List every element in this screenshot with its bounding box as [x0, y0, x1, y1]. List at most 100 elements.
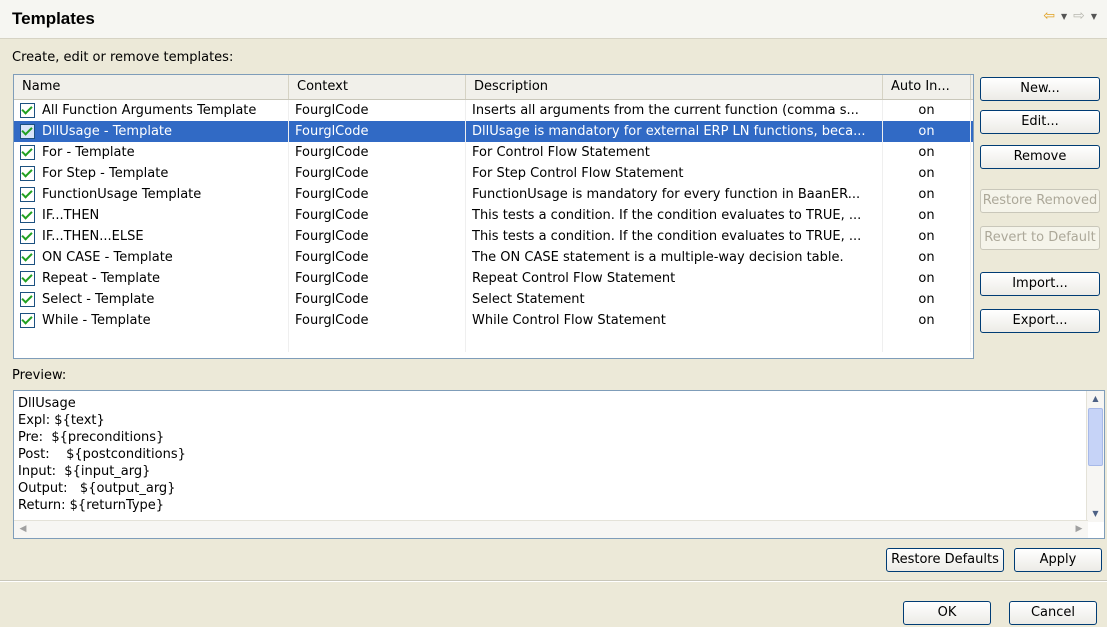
apply-button[interactable]: Apply — [1014, 548, 1102, 572]
checkbox-icon[interactable] — [20, 313, 35, 328]
ok-button[interactable]: OK — [903, 601, 991, 625]
template-name: DllUsage - Template — [42, 124, 173, 139]
column-header-context[interactable]: Context — [289, 75, 466, 99]
preview-text[interactable]: DllUsage Expl: ${text} Pre: ${preconditi… — [18, 395, 1078, 515]
cell-description: This tests a condition. If the condition… — [466, 226, 883, 247]
remove-button[interactable]: Remove — [980, 145, 1100, 169]
cell-description: Repeat Control Flow Statement — [466, 268, 883, 289]
template-name: Select - Template — [42, 292, 155, 307]
cell-auto-insert: on — [883, 205, 971, 226]
table-row[interactable]: For - Template FourglCode For Control Flow… — [14, 142, 973, 163]
checkbox-icon[interactable] — [20, 187, 35, 202]
cell-auto-insert: on — [883, 184, 971, 205]
cell-context: FourglCode — [289, 205, 466, 226]
header: Templates ⇦ ▼ ⇨ ▼ — [0, 0, 1107, 39]
cell-name: For Step - Template — [14, 163, 289, 184]
cell-description: For Control Flow Statement — [466, 142, 883, 163]
cell-name: All Function Arguments Template — [14, 100, 289, 121]
column-header-name[interactable]: Name — [14, 75, 289, 99]
template-name: FunctionUsage Template — [42, 187, 202, 202]
cell-context: FourglCode — [289, 310, 466, 331]
checkbox-icon[interactable] — [20, 229, 35, 244]
table-row[interactable]: All Function Arguments Template FourglCod… — [14, 100, 973, 121]
table-row[interactable]: DllUsage - Template FourglCode DllUsage is… — [14, 121, 973, 142]
table-row[interactable]: IF...THEN...ELSE FourglCode This tests a c… — [14, 226, 973, 247]
cell-context: FourglCode — [289, 142, 466, 163]
scroll-right-icon[interactable]: ▶ — [1071, 521, 1087, 538]
cell-description: For Step Control Flow Statement — [466, 163, 883, 184]
template-name: Repeat - Template — [42, 271, 161, 286]
cell-name: DllUsage - Template — [14, 121, 289, 142]
empty-row — [14, 331, 973, 352]
table-row[interactable]: Select - Template FourglCode Select Statem… — [14, 289, 973, 310]
table-row[interactable]: FunctionUsage Template FourglCode Function… — [14, 184, 973, 205]
edit-button[interactable]: Edit... — [980, 110, 1100, 134]
checkbox-icon[interactable] — [20, 103, 35, 118]
cell-auto-insert: on — [883, 310, 971, 331]
table-row[interactable]: Repeat - Template FourglCode Repeat Contro… — [14, 268, 973, 289]
scroll-down-icon[interactable]: ▼ — [1088, 506, 1103, 522]
templates-table[interactable]: Name Context Description Auto In... All … — [13, 74, 974, 359]
cell-auto-insert: on — [883, 247, 971, 268]
preview-horizontal-scrollbar[interactable]: ◀ ▶ — [14, 520, 1088, 538]
cell-context: FourglCode — [289, 121, 466, 142]
cell-auto-insert: on — [883, 121, 971, 142]
cell-description: Inserts all arguments from the current f… — [466, 100, 883, 121]
checkbox-icon[interactable] — [20, 271, 35, 286]
scroll-up-icon[interactable]: ▲ — [1088, 391, 1103, 407]
column-header-description[interactable]: Description — [466, 75, 883, 99]
cell-name: Repeat - Template — [14, 268, 289, 289]
checkbox-icon[interactable] — [20, 292, 35, 307]
table-row[interactable]: For Step - Template FourglCode For Step Co… — [14, 163, 973, 184]
cell-name: FunctionUsage Template — [14, 184, 289, 205]
preview-vertical-scrollbar[interactable]: ▲ ▼ — [1086, 391, 1104, 522]
cancel-button[interactable]: Cancel — [1009, 601, 1097, 625]
forward-dropdown-icon: ▼ — [1090, 11, 1097, 21]
cell-name: While - Template — [14, 310, 289, 331]
template-name: IF...THEN — [42, 208, 100, 223]
checkbox-icon[interactable] — [20, 124, 35, 139]
cell-context: FourglCode — [289, 289, 466, 310]
checkbox-icon[interactable] — [20, 166, 35, 181]
template-name: ON CASE - Template — [42, 250, 173, 265]
back-dropdown-icon[interactable]: ▼ — [1061, 12, 1067, 21]
preview-label: Preview: — [12, 368, 67, 383]
restore-defaults-button[interactable]: Restore Defaults — [886, 548, 1004, 572]
cell-name: IF...THEN...ELSE — [14, 226, 289, 247]
cell-context: FourglCode — [289, 226, 466, 247]
import-button[interactable]: Import... — [980, 272, 1100, 296]
empty-cell — [466, 331, 883, 352]
cell-context: FourglCode — [289, 163, 466, 184]
cell-auto-insert: on — [883, 163, 971, 184]
cell-auto-insert: on — [883, 289, 971, 310]
cell-name: For - Template — [14, 142, 289, 163]
table-row[interactable]: While - Template FourglCode While Control … — [14, 310, 973, 331]
new-button[interactable]: New... — [980, 77, 1100, 101]
cell-context: FourglCode — [289, 100, 466, 121]
table-row[interactable]: ON CASE - Template FourglCode The ON CASE … — [14, 247, 973, 268]
cell-auto-insert: on — [883, 268, 971, 289]
checkbox-icon[interactable] — [20, 145, 35, 160]
cell-auto-insert: on — [883, 142, 971, 163]
checkbox-icon[interactable] — [20, 250, 35, 265]
cell-description: While Control Flow Statement — [466, 310, 883, 331]
cell-context: FourglCode — [289, 268, 466, 289]
column-header-auto-insert[interactable]: Auto In... — [883, 75, 971, 99]
table-header: Name Context Description Auto In... — [14, 75, 973, 100]
template-name: While - Template — [42, 313, 151, 328]
nav-arrows: ⇦ ▼ ⇨ ▼ — [1043, 8, 1097, 24]
cell-context: FourglCode — [289, 184, 466, 205]
cell-description: The ON CASE statement is a multiple-way … — [466, 247, 883, 268]
restore-removed-button: Restore Removed — [980, 189, 1100, 213]
table-row[interactable]: IF...THEN FourglCode This tests a conditio… — [14, 205, 973, 226]
preview-area[interactable]: DllUsage Expl: ${text} Pre: ${preconditi… — [13, 390, 1105, 539]
cell-description: Select Statement — [466, 289, 883, 310]
scroll-thumb[interactable] — [1088, 408, 1103, 466]
template-name: For - Template — [42, 145, 135, 160]
scroll-left-icon[interactable]: ◀ — [15, 521, 31, 538]
export-button[interactable]: Export... — [980, 309, 1100, 333]
back-arrow-icon[interactable]: ⇦ — [1043, 8, 1055, 24]
checkbox-icon[interactable] — [20, 208, 35, 223]
template-name: All Function Arguments Template — [42, 103, 257, 118]
cell-auto-insert: on — [883, 100, 971, 121]
